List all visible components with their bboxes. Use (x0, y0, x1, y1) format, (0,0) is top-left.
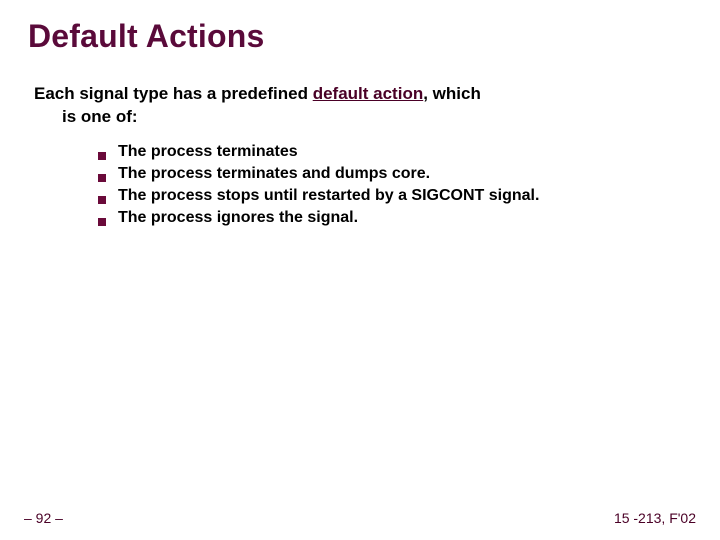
bullet-list: The process terminates The process termi… (28, 143, 692, 227)
intro-highlight: default action (313, 84, 424, 103)
bullet-icon (98, 152, 106, 160)
footer-page-number: – 92 – (24, 510, 63, 526)
intro-line2: is one of: (34, 106, 692, 129)
slide-title: Default Actions (28, 18, 692, 55)
bullet-text: The process stops until restarted by a S… (118, 187, 539, 205)
bullet-text: The process ignores the signal. (118, 209, 358, 227)
intro-before: Each signal type has a predefined (34, 84, 313, 103)
intro-text: Each signal type has a predefined defaul… (28, 83, 692, 129)
list-item: The process stops until restarted by a S… (98, 187, 692, 205)
list-item: The process terminates (98, 143, 692, 161)
slide-container: Default Actions Each signal type has a p… (0, 0, 720, 540)
bullet-icon (98, 174, 106, 182)
bullet-icon (98, 196, 106, 204)
list-item: The process ignores the signal. (98, 209, 692, 227)
footer-course-info: 15 -213, F'02 (614, 510, 696, 526)
list-item: The process terminates and dumps core. (98, 165, 692, 183)
intro-after: , which (423, 84, 481, 103)
bullet-text: The process terminates and dumps core. (118, 165, 430, 183)
bullet-text: The process terminates (118, 143, 298, 161)
bullet-icon (98, 218, 106, 226)
